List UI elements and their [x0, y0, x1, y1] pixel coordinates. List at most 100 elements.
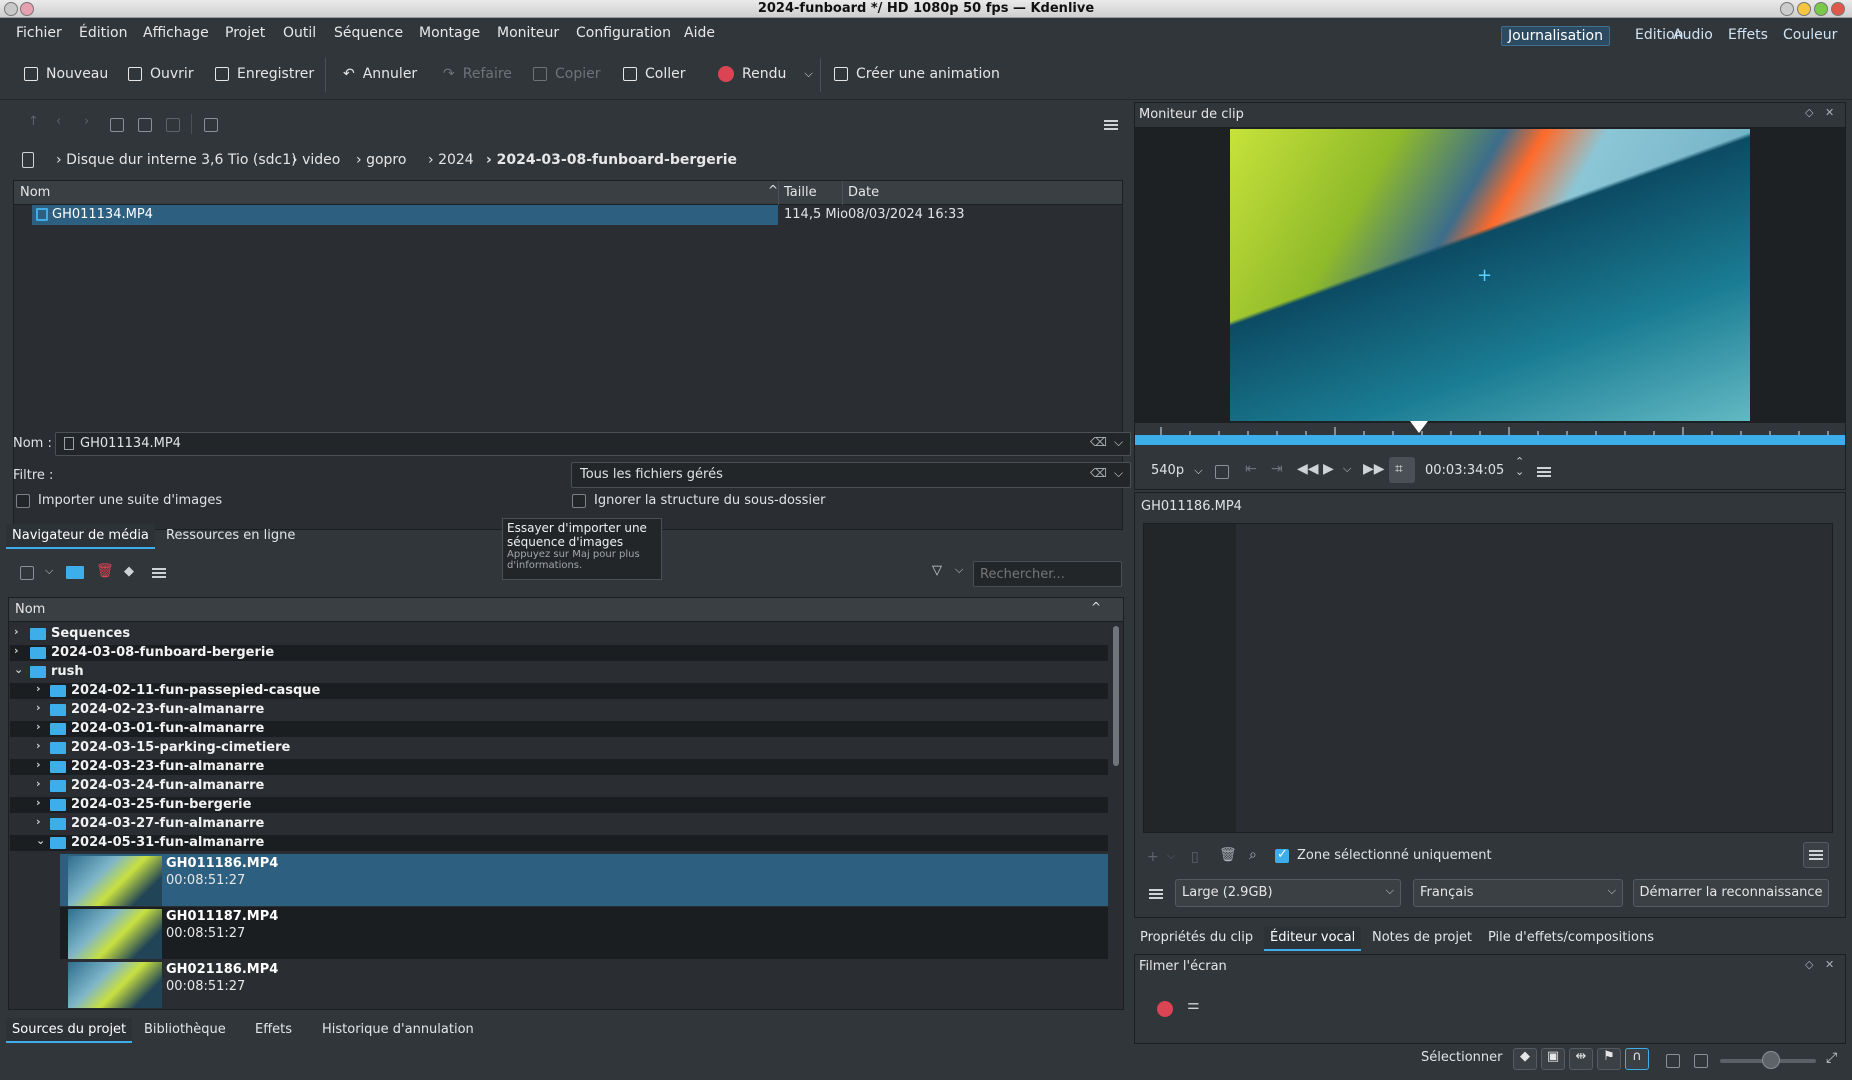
chevron-right-icon[interactable]: ›	[36, 720, 41, 733]
chevron-down-icon[interactable]: ⌵	[1114, 435, 1123, 450]
column-date[interactable]: Date	[848, 185, 879, 200]
chevron-right-icon[interactable]: ›	[36, 815, 41, 828]
chevron-down-icon[interactable]: ⌵	[955, 563, 963, 577]
menu-sequence[interactable]: Séquence	[334, 25, 403, 41]
zoom-in-icon[interactable]: ⤢	[1826, 1050, 1837, 1066]
breadcrumb-item[interactable]: › gopro	[356, 152, 406, 168]
close-icon[interactable]	[1831, 2, 1845, 16]
tab-online-resources[interactable]: Ressources en ligne	[160, 524, 301, 547]
ripple-button[interactable]: ⇹	[1569, 1048, 1593, 1070]
bin-column-name[interactable]: Nom	[15, 602, 45, 617]
forward-icon[interactable]: ▶▶	[1363, 461, 1385, 477]
tree-subfolder[interactable]: › 2024-02-11-fun-passepied-casque	[10, 682, 1108, 699]
reload-icon[interactable]	[138, 118, 152, 132]
menu-aide[interactable]: Aide	[684, 25, 715, 41]
workspace-effets[interactable]: Effets	[1722, 26, 1774, 44]
menu-montage[interactable]: Montage	[419, 25, 480, 41]
window-menu-icon[interactable]	[4, 2, 18, 16]
timecode[interactable]: 00:03:34:05	[1425, 463, 1504, 478]
menu-configuration[interactable]: Configuration	[576, 25, 671, 41]
tree-subfolder[interactable]: › 2024-03-27-fun-almanarre	[10, 815, 1108, 832]
monitor-viewport[interactable]: +	[1135, 127, 1845, 423]
chevron-down-icon[interactable]: ⌵	[804, 67, 812, 81]
new-button[interactable]: Nouveau	[24, 66, 108, 82]
chevron-down-icon[interactable]: ⌄	[14, 663, 23, 676]
tree-folder-funboard-bergerie[interactable]: › 2024-03-08-funboard-bergerie	[10, 644, 1108, 661]
tab-effect-stack[interactable]: Pile d'effets/compositions	[1482, 926, 1660, 949]
copy-button[interactable]: Copier	[533, 66, 601, 82]
pin-icon[interactable]	[20, 2, 34, 16]
tree-folder-rush[interactable]: ⌄ rush	[10, 663, 1108, 680]
add-icon[interactable]: +	[1147, 849, 1159, 865]
help-icon[interactable]	[1780, 2, 1794, 16]
chevron-down-icon[interactable]: ⌵	[45, 564, 53, 578]
render-button[interactable]: Rendu ⌵	[718, 66, 813, 82]
hamburger-menu-icon[interactable]	[1537, 467, 1551, 477]
chevron-down-icon[interactable]: ⌵	[1114, 466, 1123, 481]
tab-media-browser[interactable]: Navigateur de média	[6, 524, 155, 549]
new-folder-icon[interactable]	[166, 118, 180, 132]
close-icon[interactable]: ✕	[1825, 106, 1834, 119]
clear-icon[interactable]: ⌫	[1090, 466, 1107, 480]
hamburger-menu-icon[interactable]	[152, 568, 166, 578]
tree-subfolder[interactable]: › 2024-03-24-fun-almanarre	[10, 777, 1108, 794]
zoom-out-icon[interactable]	[1666, 1054, 1680, 1068]
clear-icon[interactable]: ⌫	[1090, 435, 1107, 449]
set-out-icon[interactable]: ⇥	[1271, 461, 1283, 477]
folder-icon[interactable]	[66, 566, 84, 579]
ignore-subfolder-checkbox[interactable]	[572, 494, 586, 508]
set-in-icon[interactable]: ⇤	[1245, 461, 1257, 477]
menu-moniteur[interactable]: Moniteur	[497, 25, 559, 41]
model-select[interactable]: Large (2.9GB) ⌵	[1175, 879, 1401, 907]
chevron-right-icon[interactable]: ›	[36, 758, 41, 771]
marker-button[interactable]: ⚑	[1597, 1048, 1621, 1070]
play-icon[interactable]: ▶	[1323, 461, 1334, 477]
tag-icon[interactable]: ◆	[124, 564, 134, 579]
save-state-button[interactable]: ▣	[1541, 1048, 1565, 1070]
chevron-down-icon[interactable]: ⌄	[36, 834, 45, 847]
chevron-right-icon[interactable]: ›	[36, 739, 41, 752]
transcript-area[interactable]	[1143, 523, 1833, 833]
record-icon[interactable]	[1157, 1001, 1173, 1017]
redo-button[interactable]: ↷ Refaire	[443, 66, 512, 82]
edit-mode-label[interactable]: Sélectionner	[1421, 1050, 1503, 1065]
chevron-right-icon[interactable]: ›	[36, 682, 41, 695]
resolution-select[interactable]: 540p ⌵	[1151, 463, 1203, 478]
zoom-slider-handle[interactable]	[1762, 1051, 1780, 1069]
scrollbar-thumb[interactable]	[1113, 626, 1119, 766]
home-icon[interactable]	[110, 118, 124, 132]
back-arrow-icon[interactable]: ‹	[56, 114, 61, 129]
tab-library[interactable]: Bibliothèque	[138, 1018, 232, 1041]
menu-projet[interactable]: Projet	[225, 25, 265, 41]
workspace-audio[interactable]: Audio	[1667, 26, 1719, 44]
zoom-fit-icon[interactable]	[1694, 1054, 1708, 1068]
zoom-fit-icon[interactable]	[1215, 465, 1229, 479]
filter-icon[interactable]: ▽	[932, 563, 942, 578]
clip-item[interactable]: GH021186.MP4 00:08:51:27	[60, 960, 1108, 1008]
breadcrumb-video[interactable]: video	[302, 152, 340, 168]
minimize-icon[interactable]	[1797, 2, 1811, 16]
breadcrumb-drive[interactable]: Disque dur interne 3,6 Tio (sdc1)	[66, 152, 297, 168]
settings-sliders-icon[interactable]: ⚌	[1187, 997, 1200, 1013]
crop-toggle-button[interactable]: ⌗	[1389, 457, 1415, 483]
breadcrumb-item[interactable]: › Disque dur interne 3,6 Tio (sdc1)	[56, 152, 297, 168]
hamburger-menu-icon[interactable]	[1149, 889, 1163, 899]
open-button[interactable]: Ouvrir	[128, 66, 194, 82]
chevron-right-icon[interactable]: ›	[14, 644, 19, 657]
breadcrumb-current[interactable]: 2024-03-08-funboard-bergerie	[497, 152, 737, 168]
chevron-right-icon[interactable]: ›	[14, 625, 19, 638]
tab-project-notes[interactable]: Notes de projet	[1366, 926, 1478, 949]
tree-subfolder-expanded[interactable]: ⌄ 2024-05-31-fun-almanarre	[10, 834, 1108, 851]
breadcrumb-gopro[interactable]: gopro	[366, 152, 406, 168]
chevron-down-icon[interactable]: ⌵	[1343, 462, 1351, 476]
bin-search-input[interactable]	[973, 561, 1122, 587]
tab-undo-history[interactable]: Historique d'annulation	[316, 1018, 480, 1041]
menu-outil[interactable]: Outil	[283, 25, 316, 41]
rewind-icon[interactable]: ◀◀	[1297, 461, 1319, 477]
close-icon[interactable]: ✕	[1825, 958, 1834, 971]
tree-subfolder[interactable]: › 2024-03-25-fun-bergerie	[10, 796, 1108, 813]
snap-button[interactable]: ∩	[1625, 1048, 1649, 1070]
hamburger-menu-icon[interactable]	[1104, 120, 1118, 130]
chevron-down-icon[interactable]: ⌵	[1167, 849, 1175, 863]
tab-voice-editor[interactable]: Éditeur vocal	[1264, 926, 1362, 951]
